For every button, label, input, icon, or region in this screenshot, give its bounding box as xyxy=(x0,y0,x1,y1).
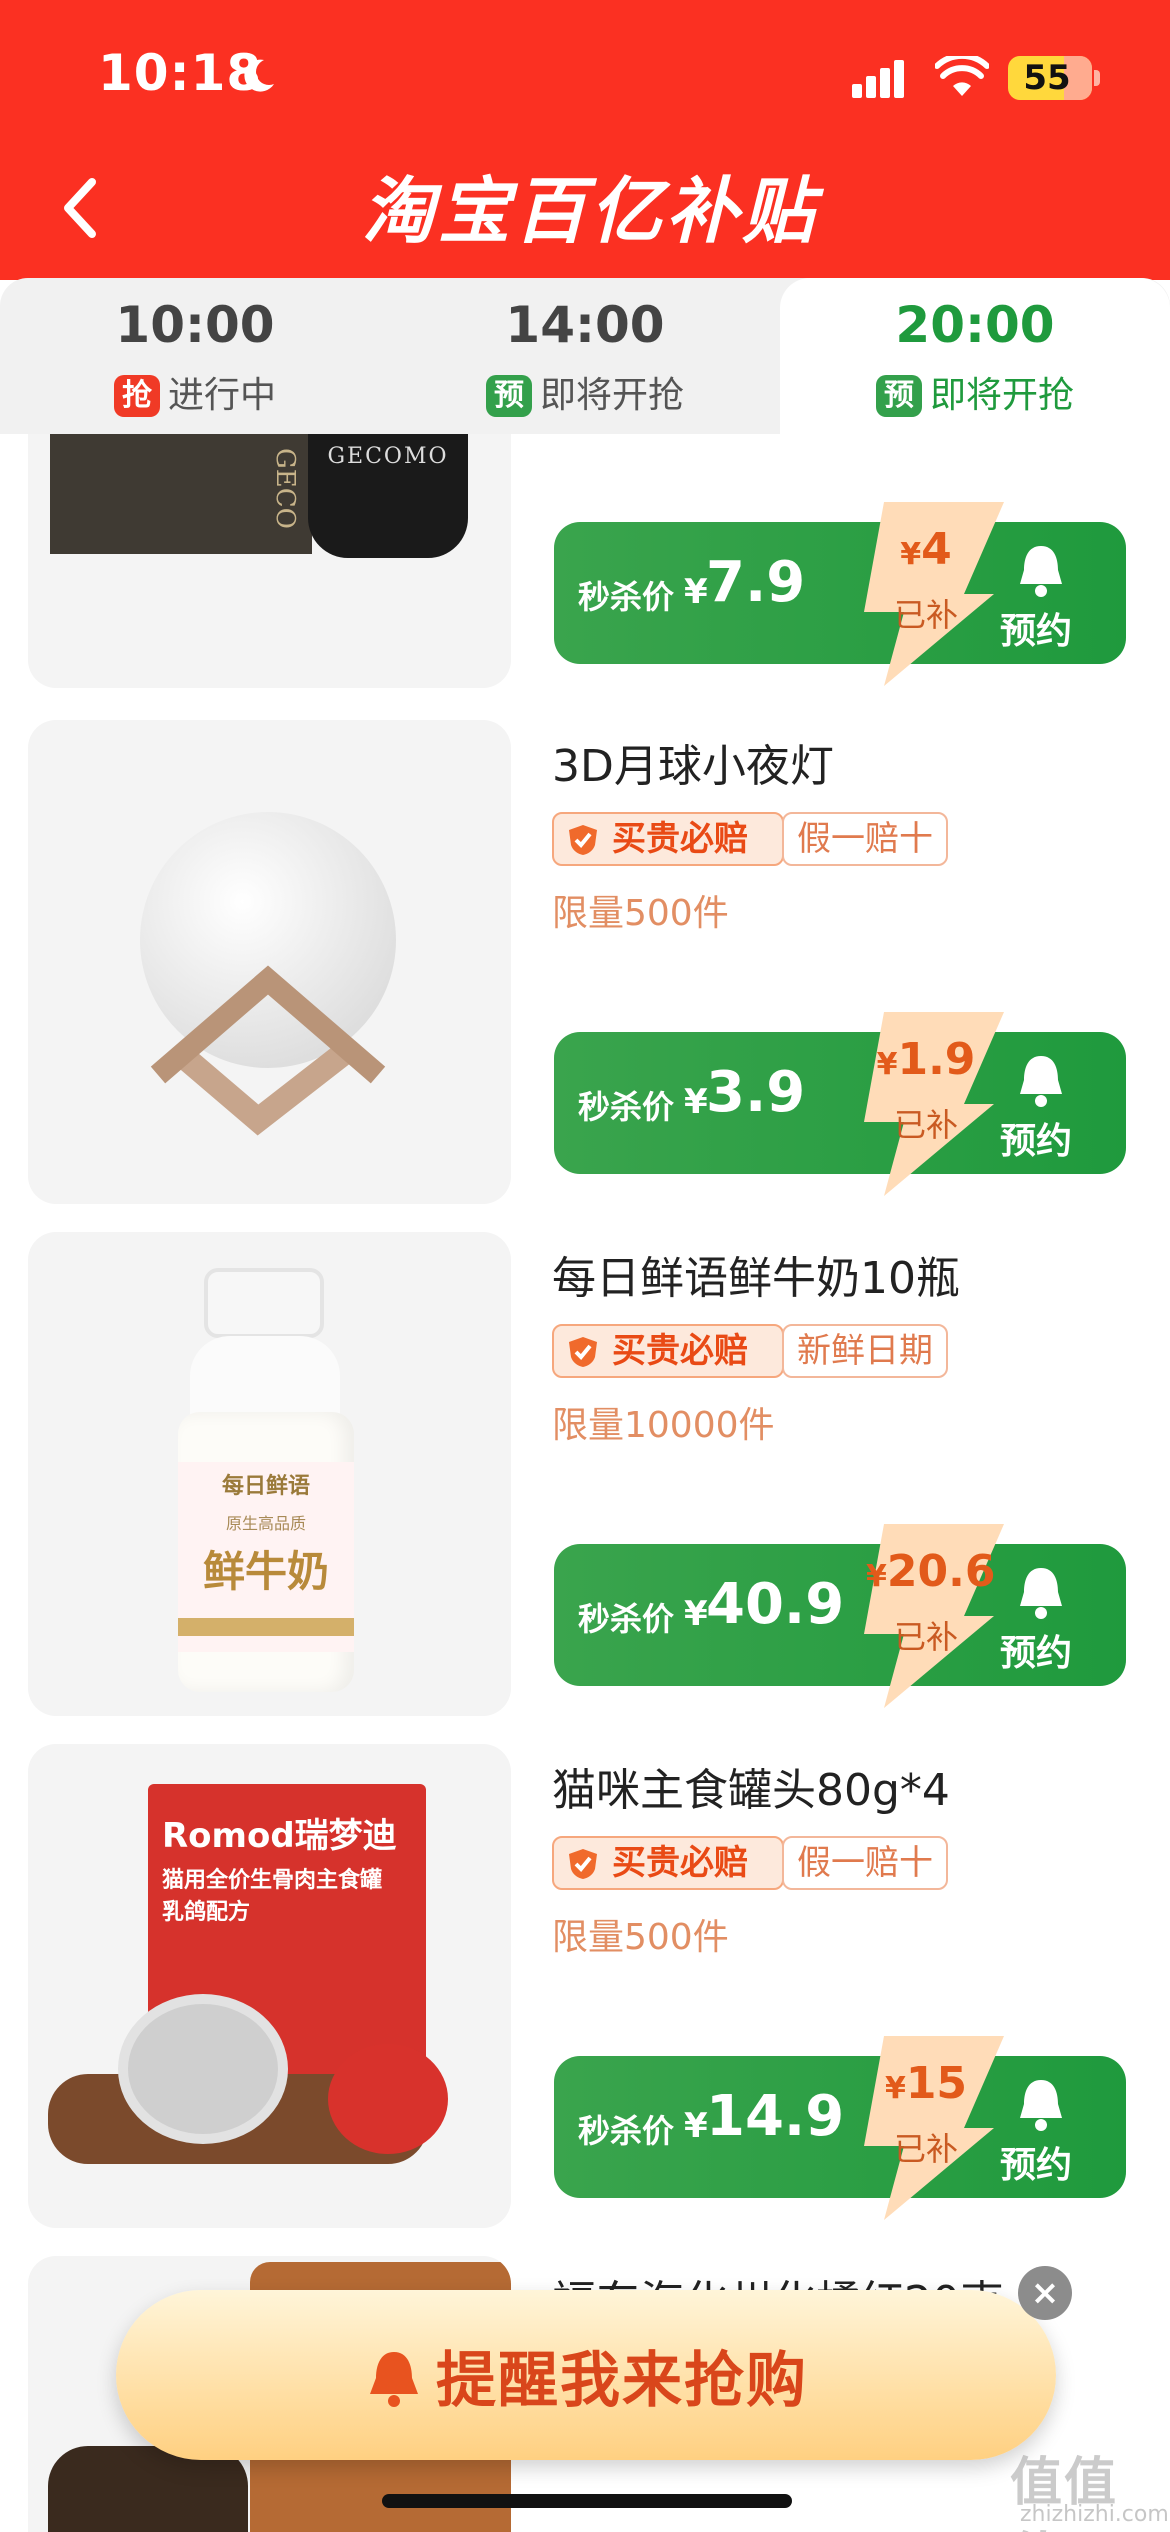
tab-status: 抢进行中 xyxy=(0,366,390,418)
battery-icon: 55 xyxy=(1008,56,1092,100)
watermark-url: zhizhizhi.com xyxy=(1020,2502,1169,2527)
guarantee-tag: 买贵必赔 xyxy=(552,812,784,866)
subsidy-label: 已补 xyxy=(893,2130,958,2168)
bottle-cap xyxy=(204,1268,324,1338)
limit-text: 限量10000件 xyxy=(552,1405,775,1446)
tab-time: 10:00 xyxy=(115,296,275,354)
limit-text: 限量500件 xyxy=(552,893,729,934)
shield-check-icon xyxy=(569,1849,597,1879)
tab-status-text: 即将开抢 xyxy=(929,375,1074,416)
price-reserve-button[interactable]: 秒杀价 ¥ 7.9 ¥4 已补 预约 xyxy=(554,502,1126,686)
tab-20-00[interactable]: 20:00 预即将开抢 xyxy=(780,278,1170,434)
product-name[interactable]: 猫咪主食罐头80g*4 xyxy=(552,1754,950,1818)
guarantee-tag: 买贵必赔 xyxy=(552,1836,784,1890)
tab-status-text: 进行中 xyxy=(167,375,276,416)
tab-badge: 抢 xyxy=(113,375,160,417)
milk-bottle: 每日鲜语 原生高品质 鲜牛奶 xyxy=(178,1412,354,1692)
seckill-price: 7.9 xyxy=(706,550,806,615)
product-image[interactable] xyxy=(28,720,511,1204)
session-tabs: 10:00 抢进行中 14:00 预即将开抢 20:00 预即将开抢 xyxy=(0,278,1170,434)
tab-14-00[interactable]: 14:00 预即将开抢 xyxy=(390,278,780,434)
tab-status-text: 即将开抢 xyxy=(539,375,684,416)
price-reserve-button[interactable]: 秒杀价 ¥ 14.9 ¥15 已补 预约 xyxy=(554,2036,1126,2220)
product-image[interactable]: Romod瑞梦迪 猫用全价生骨肉主食罐 乳鸽配方 xyxy=(28,1744,511,2228)
price-reserve-button[interactable]: 秒杀价 ¥ 3.9 ¥1.9 已补 预约 xyxy=(554,1012,1126,1196)
tab-10-00[interactable]: 10:00 抢进行中 xyxy=(0,278,390,434)
blotting-paper-box: GECO xyxy=(50,434,312,554)
seckill-price: 3.9 xyxy=(706,1060,806,1125)
bell-icon xyxy=(1020,1056,1062,1107)
red-can xyxy=(328,2044,448,2154)
subsidy-amount: ¥1.9 xyxy=(876,1034,976,1085)
shield-check-icon xyxy=(569,825,597,855)
open-can xyxy=(118,1994,288,2144)
header-bar: 10:18 55 淘宝百亿补贴 xyxy=(0,0,1170,280)
tab-status: 预即将开抢 xyxy=(780,366,1170,418)
tab-badge: 预 xyxy=(485,375,532,417)
close-icon[interactable]: × xyxy=(1018,2266,1072,2320)
wifi-icon xyxy=(935,56,989,96)
back-icon[interactable] xyxy=(50,172,114,244)
home-indicator xyxy=(382,2494,792,2508)
guarantee-tag: 买贵必赔 xyxy=(552,1324,784,1378)
reserve-label: 预约 xyxy=(1000,1633,1073,1674)
reserve-label: 预约 xyxy=(1000,1121,1073,1162)
subsidy-label: 已补 xyxy=(893,596,958,634)
subsidy-amount: ¥20.6 xyxy=(866,1546,996,1597)
powder-puff: GECOMO xyxy=(308,434,468,558)
subsidy-label: 已补 xyxy=(893,1106,958,1144)
moon-icon xyxy=(244,59,274,92)
limit-text: 限量500件 xyxy=(552,1917,729,1958)
reserve-label: 预约 xyxy=(1000,2145,1073,2186)
tab-status: 预即将开抢 xyxy=(390,366,780,418)
bell-icon xyxy=(1020,546,1062,597)
subsidy-amount: ¥4 xyxy=(900,524,952,575)
battery-tip xyxy=(1094,70,1100,86)
tab-time: 14:00 xyxy=(505,296,665,354)
moon-lamp-image xyxy=(140,812,396,1136)
tab-time: 20:00 xyxy=(895,296,1055,354)
bell-icon xyxy=(1020,1568,1062,1619)
reserve-label: 预约 xyxy=(1000,611,1073,652)
tab-badge: 预 xyxy=(875,375,922,417)
bell-icon xyxy=(370,2352,418,2407)
battery-level: 55 xyxy=(1023,58,1071,98)
bell-icon xyxy=(1020,2080,1062,2131)
price-reserve-button[interactable]: 秒杀价 ¥ 40.9 ¥20.6 已补 预约 xyxy=(554,1524,1126,1708)
signal-icon xyxy=(852,60,904,98)
seckill-price: 40.9 xyxy=(706,1572,845,1637)
seckill-price: 14.9 xyxy=(706,2084,845,2149)
product-image[interactable]: 每日鲜语 原生高品质 鲜牛奶 xyxy=(28,1232,511,1716)
remind-me-label: 提醒我来抢购 xyxy=(436,2346,808,2416)
page-title: 淘宝百亿补贴 xyxy=(361,169,818,253)
shield-check-icon xyxy=(569,1337,597,1367)
remind-me-button[interactable]: 提醒我来抢购 xyxy=(116,2290,1056,2460)
product-name[interactable]: 3D月球小夜灯 xyxy=(552,730,834,794)
feature-tag: 新鲜日期 xyxy=(782,1324,948,1378)
subsidy-label: 已补 xyxy=(893,1618,958,1656)
feature-tag: 假一赔十 xyxy=(782,1836,948,1890)
product-name[interactable]: 每日鲜语鲜牛奶10瓶 xyxy=(552,1242,960,1306)
product-image[interactable]: GECO GECOMO xyxy=(28,434,511,688)
subsidy-amount: ¥15 xyxy=(884,2058,968,2109)
feature-tag: 假一赔十 xyxy=(782,812,948,866)
